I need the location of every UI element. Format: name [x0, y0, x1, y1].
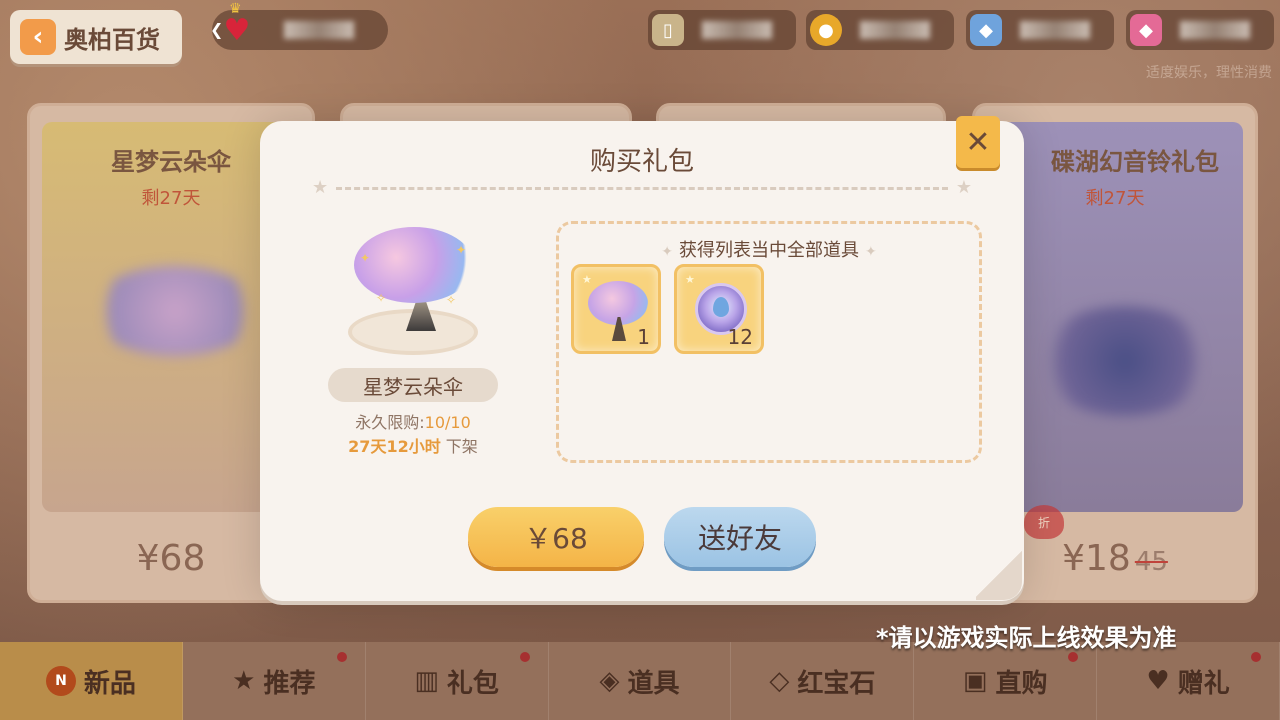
store-title: 奥柏百货	[64, 25, 160, 54]
heart-icon: ♥	[1146, 666, 1170, 696]
gift-to-friend-button[interactable]: 送好友	[664, 507, 816, 567]
nav-tab-rubies[interactable]: ◇ 红宝石	[731, 642, 915, 720]
blurred-currency-value	[860, 21, 930, 39]
reward-item-orb[interactable]: ★ 12	[674, 264, 764, 354]
item-preview-image: ✦ ✦ ✧ ✧	[346, 221, 486, 361]
currency-rubies[interactable]: ◆	[1126, 10, 1274, 50]
blurred-currency-value	[1180, 21, 1250, 39]
discount-badge: 折	[1024, 505, 1064, 539]
time-suffix: 下架	[440, 437, 478, 456]
time-value: 27天12小时	[348, 437, 441, 456]
prop-icon: ◈	[599, 666, 620, 696]
water-drop-icon	[713, 297, 729, 317]
page-corner-fold	[976, 548, 1022, 600]
bag-icon: ▣	[962, 666, 988, 696]
reward-count: 12	[727, 325, 753, 349]
sparkle-icon: ✦	[456, 243, 467, 257]
title-divider	[336, 187, 948, 190]
nav-label: 直购	[995, 668, 1048, 699]
nav-label: 礼包	[446, 668, 499, 699]
reward-item-umbrella[interactable]: ★ 1	[571, 264, 661, 354]
limit-label: 永久限购:	[355, 413, 425, 432]
nav-label: 赠礼	[1177, 668, 1230, 699]
nav-label: 红宝石	[797, 668, 876, 699]
nav-label: 推荐	[263, 668, 316, 699]
sparkle-icon: ✦	[661, 244, 673, 260]
crown-icon: ♛	[229, 1, 242, 17]
card-price-current: ¥18	[1062, 538, 1131, 579]
notification-dot	[1251, 652, 1262, 662]
chevron-left-icon: ‹	[20, 19, 56, 55]
blurred-currency-value	[702, 21, 772, 39]
sparkle-icon: ✦	[360, 251, 371, 265]
nav-tab-props[interactable]: ◈ 道具	[549, 642, 732, 720]
umbrella-art	[90, 266, 260, 356]
close-icon[interactable]: ✕	[956, 116, 1000, 168]
coin-icon: ●	[810, 14, 842, 46]
bell-art	[1035, 306, 1215, 416]
gem-icon: ◇	[769, 666, 790, 696]
sparkle-icon: ✦	[865, 244, 877, 260]
nav-label: 新品	[83, 668, 136, 699]
time-remaining: 27天12小时 下架	[260, 433, 566, 457]
bottom-nav: N 新品 ★ 推荐 ▥ 礼包 ◈ 道具 ◇ 红宝石 ▣ 直购 ♥ 赠礼	[0, 642, 1280, 720]
wing-icon: ❮	[210, 20, 224, 39]
notification-dot	[1068, 652, 1079, 662]
currency-tickets[interactable]: ▯	[648, 10, 796, 50]
notification-dot	[336, 652, 347, 662]
purchase-pack-dialog: 购买礼包 ★ ★ ✦ ✦ ✧ ✧ 星梦云朵伞 永久限购:10/10 27天12小…	[260, 121, 1024, 601]
nav-tab-direct-buy[interactable]: ▣ 直购	[914, 642, 1098, 720]
dialog-title: 购买礼包	[589, 147, 694, 177]
notification-dot	[519, 652, 530, 662]
pack-contents: ✦ 获得列表当中全部道具 ✦ ★ 1 ★ 12	[556, 221, 982, 463]
blurred-currency-value	[1020, 21, 1090, 39]
star-icon: ★	[232, 666, 256, 696]
blurred-vip-value	[284, 21, 354, 39]
currency-coins[interactable]: ●	[806, 10, 954, 50]
ruby-icon: ◆	[1130, 14, 1162, 46]
sparkle-icon: ✧	[376, 291, 387, 305]
crystal-icon: ◆	[970, 14, 1002, 46]
new-icon: N	[45, 666, 76, 696]
play-moderately-notice: 适度娱乐，理性消费	[1146, 65, 1272, 81]
limit-value: 10/10	[424, 413, 471, 432]
vip-status[interactable]: ♥ ♛ ❮	[210, 1, 388, 50]
ticket-icon: ▯	[652, 14, 684, 46]
buy-button[interactable]: ￥68	[468, 507, 644, 567]
contents-header: ✦ 获得列表当中全部道具 ✦	[559, 236, 979, 262]
sparkle-icon: ★	[685, 273, 695, 286]
purchase-limit: 永久限购:10/10	[260, 409, 566, 433]
item-name: 星梦云朵伞	[328, 368, 498, 402]
nav-tab-recommend[interactable]: ★ 推荐	[183, 642, 366, 720]
nav-tab-packs[interactable]: ▥ 礼包	[366, 642, 549, 720]
sparkle-icon: ★	[582, 273, 592, 286]
star-decoration-icon: ★	[312, 177, 329, 198]
card-price-old: 45	[1134, 547, 1168, 577]
nav-tab-new[interactable]: N 新品	[0, 642, 183, 720]
contents-title: 获得列表当中全部道具	[679, 240, 859, 261]
cloud-umbrella-icon	[354, 227, 474, 303]
currency-crystals[interactable]: ◆	[966, 10, 1114, 50]
back-button[interactable]: ‹ 奥柏百货	[10, 10, 182, 64]
nav-tab-gifting[interactable]: ♥ 赠礼	[1097, 642, 1280, 720]
nav-label: 道具	[627, 668, 680, 699]
reward-count: 1	[637, 325, 650, 349]
gift-icon: ▥	[414, 666, 439, 696]
star-decoration-icon: ★	[955, 177, 972, 198]
sparkle-icon: ✧	[446, 293, 457, 307]
disclaimer-text: *请以游戏实际上线效果为准	[876, 624, 1177, 652]
